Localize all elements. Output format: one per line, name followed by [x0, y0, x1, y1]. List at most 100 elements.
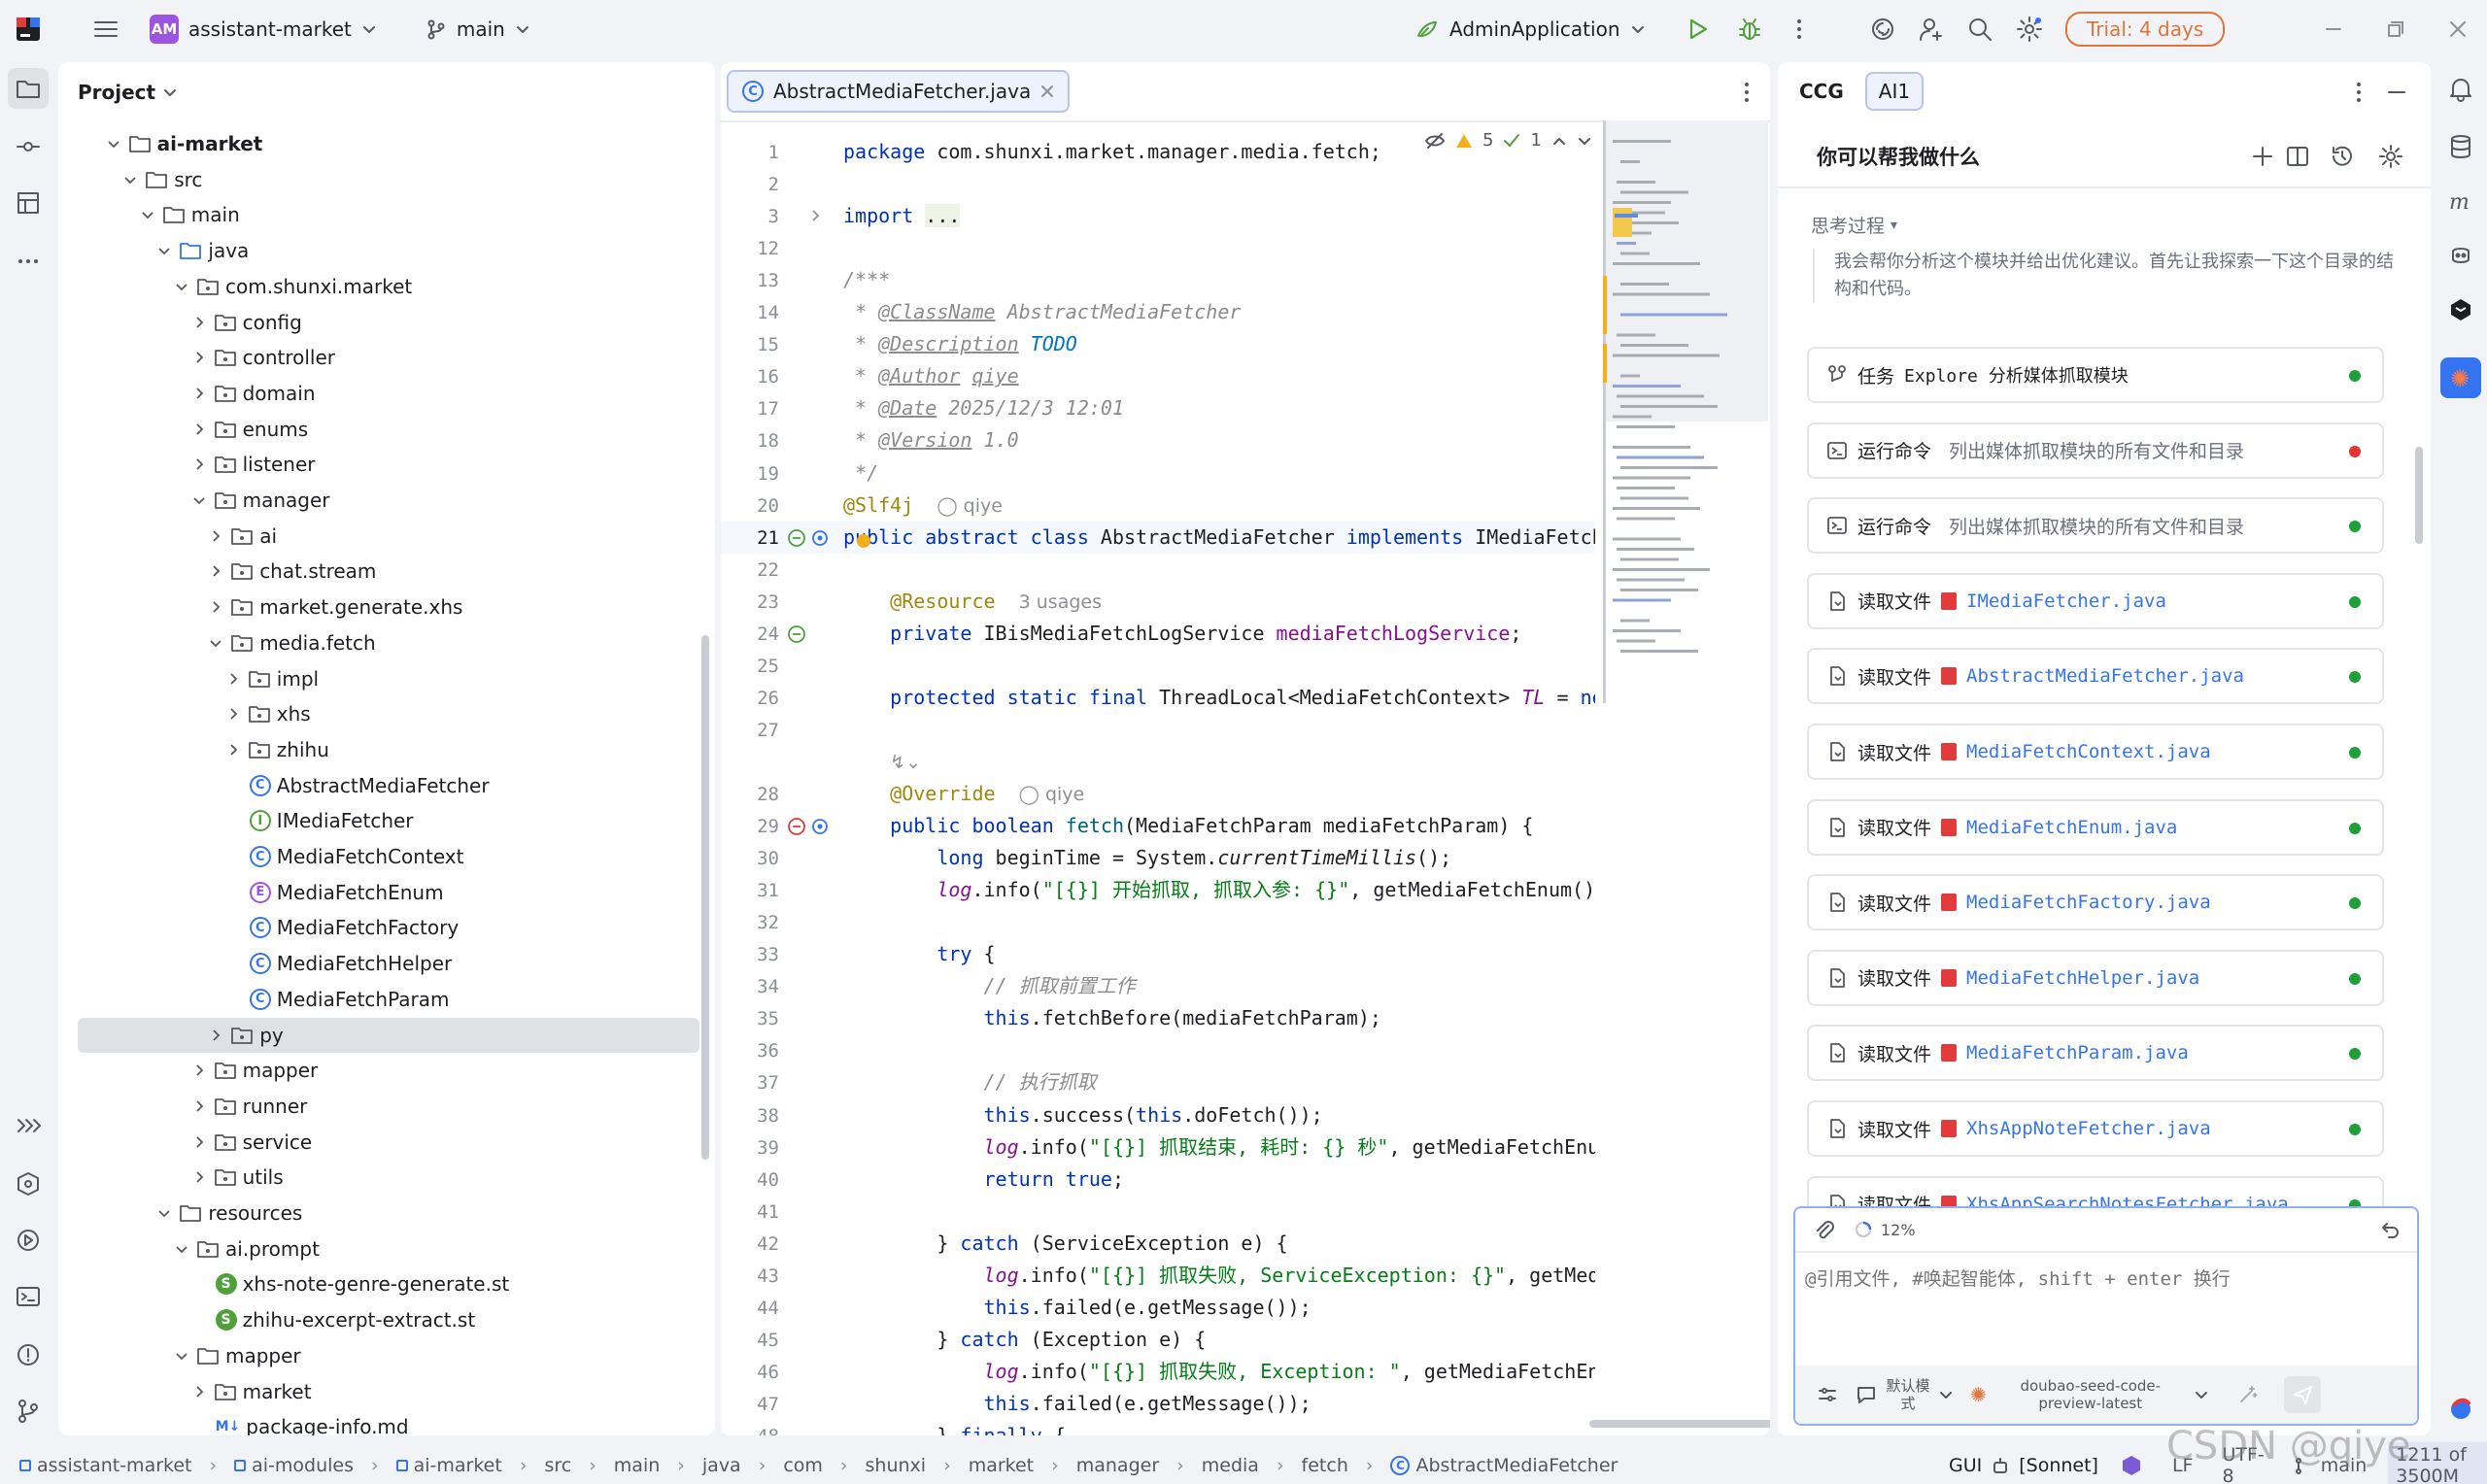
- breadcrumb-item[interactable]: java: [702, 1455, 741, 1476]
- tree-item[interactable]: I IMediaFetcher: [58, 803, 699, 838]
- tool-call-card[interactable]: 读取文件 MediaFetchFactory.java: [1807, 874, 2384, 931]
- code-line[interactable]: } catch (ServiceException e) {: [843, 1228, 1287, 1260]
- tool-call-file[interactable]: AbstractMediaFetcher.java: [1966, 665, 2244, 687]
- chevron-right-icon[interactable]: [207, 527, 224, 545]
- commit-tool-icon[interactable]: [8, 126, 49, 167]
- line-number[interactable]: 45: [721, 1330, 779, 1351]
- structure-tool-icon[interactable]: [8, 183, 49, 223]
- line-number[interactable]: 26: [721, 688, 779, 709]
- line-number[interactable]: 22: [721, 559, 779, 581]
- code-line[interactable]: /***: [843, 264, 890, 296]
- plugin-tool-icon[interactable]: [8, 1164, 49, 1204]
- chevron-down-icon[interactable]: [207, 634, 224, 652]
- breadcrumb-item[interactable]: src: [544, 1455, 571, 1476]
- breadcrumb-item[interactable]: ai-market: [395, 1455, 502, 1476]
- line-number[interactable]: 40: [721, 1169, 779, 1191]
- panel-minimize-icon[interactable]: [2386, 82, 2407, 103]
- tree-item[interactable]: service: [58, 1125, 699, 1160]
- tree-item[interactable]: Sxhs-note-genre-generate.st: [58, 1266, 699, 1301]
- tree-item[interactable]: market: [58, 1374, 699, 1409]
- gutter-marker-icon[interactable]: [787, 624, 806, 644]
- tree-item[interactable]: E MediaFetchEnum: [58, 875, 699, 910]
- tree-item[interactable]: domain: [58, 376, 699, 411]
- line-number[interactable]: 43: [721, 1265, 779, 1287]
- breadcrumb-item[interactable]: media: [1202, 1455, 1259, 1476]
- tree-item[interactable]: java: [58, 233, 699, 268]
- code-line[interactable]: * @Author qiye: [843, 360, 1019, 392]
- tree-item[interactable]: controller: [58, 340, 699, 375]
- tab-ai1[interactable]: AI1: [1864, 72, 1925, 111]
- split-view-icon[interactable]: [2285, 144, 2310, 169]
- run-tool-icon[interactable]: [8, 1220, 49, 1261]
- code-line[interactable]: long beginTime = System.currentTimeMilli…: [843, 842, 1451, 874]
- services-tool-icon[interactable]: [8, 1105, 49, 1146]
- copilot-icon[interactable]: [2440, 235, 2481, 276]
- breadcrumb-item[interactable]: assistant-market: [19, 1455, 192, 1476]
- breadcrumb-item[interactable]: C AbstractMediaFetcher: [1390, 1455, 1618, 1476]
- tree-item[interactable]: resources: [58, 1196, 699, 1231]
- terminal-tool-icon[interactable]: [8, 1276, 49, 1317]
- code-line[interactable]: log.info("[{}] 抓取失败, ServiceException: {…: [843, 1260, 1596, 1292]
- line-number[interactable]: 35: [721, 1008, 779, 1029]
- line-number[interactable]: 36: [721, 1040, 779, 1062]
- tree-item[interactable]: config: [58, 305, 699, 340]
- code-line[interactable]: private IBisMediaFetchLogService mediaFe…: [843, 618, 1521, 650]
- breadcrumb-item[interactable]: manager: [1076, 1455, 1159, 1476]
- tree-item[interactable]: enums: [58, 412, 699, 447]
- chevron-down-icon[interactable]: [155, 1204, 173, 1222]
- tool-call-card[interactable]: 读取文件 MediaFetchEnum.java: [1807, 798, 2384, 856]
- tree-item[interactable]: M↓ package-info.md: [58, 1409, 699, 1435]
- tool-call-card[interactable]: 读取文件 XhsAppNoteFetcher.java: [1807, 1100, 2384, 1157]
- code-line[interactable]: * @Description TODO: [843, 328, 1077, 360]
- line-number[interactable]: 20: [721, 495, 779, 517]
- gutter-marker-icon[interactable]: [787, 817, 830, 836]
- code-line[interactable]: public abstract class AbstractMediaFetch…: [843, 522, 1595, 554]
- tree-item[interactable]: src: [58, 162, 699, 197]
- tab-ccg[interactable]: CCG: [1788, 72, 1856, 111]
- chevron-right-icon[interactable]: [207, 562, 224, 580]
- code-line[interactable]: this.fetchBefore(mediaFetchParam);: [843, 1002, 1381, 1034]
- code-line[interactable]: public boolean fetch(MediaFetchParam med…: [843, 810, 1533, 842]
- code-line[interactable]: this.failed(e.getMessage());: [843, 1388, 1312, 1420]
- chevron-right-icon[interactable]: [190, 349, 208, 366]
- chevron-right-icon[interactable]: [190, 455, 208, 473]
- line-number[interactable]: 16: [721, 366, 779, 388]
- line-number[interactable]: 31: [721, 880, 779, 901]
- undo-icon[interactable]: [2378, 1219, 2400, 1240]
- line-number[interactable]: 44: [721, 1298, 779, 1319]
- chevron-right-icon[interactable]: [207, 598, 224, 616]
- line-number[interactable]: 41: [721, 1201, 779, 1223]
- claude-code-icon[interactable]: ✺: [2440, 357, 2481, 398]
- tool-call-card[interactable]: 读取文件 MediaFetchHelper.java: [1807, 949, 2384, 1006]
- settings-gear-icon[interactable]: [2015, 15, 2044, 44]
- code-line[interactable]: * @Date 2025/12/3 12:01: [843, 392, 1124, 424]
- line-number[interactable]: 2: [721, 174, 779, 195]
- tree-item[interactable]: xhs: [58, 696, 699, 731]
- line-number[interactable]: 17: [721, 398, 779, 420]
- git-tool-icon[interactable]: [8, 1391, 49, 1432]
- tool-call-card[interactable]: 读取文件 AbstractMediaFetcher.java: [1807, 648, 2384, 705]
- tree-item[interactable]: ai.prompt: [58, 1231, 699, 1266]
- chevron-right-icon[interactable]: [207, 1027, 224, 1044]
- trial-badge[interactable]: Trial: 4 days: [2065, 12, 2226, 47]
- code-line[interactable]: * @Version 1.0: [843, 424, 1019, 456]
- code-line[interactable]: try {: [843, 938, 995, 970]
- panel-more-icon[interactable]: [2349, 80, 2368, 105]
- tree-item[interactable]: Szhihu-excerpt-extract.st: [58, 1302, 699, 1337]
- tool-call-card[interactable]: 运行命令 列出媒体抓取模块的所有文件和目录: [1807, 422, 2384, 479]
- tool-call-card[interactable]: 读取文件 MediaFetchContext.java: [1807, 724, 2384, 780]
- run-icon[interactable]: [1685, 17, 1710, 42]
- tree-item[interactable]: C MediaFetchHelper: [58, 946, 699, 981]
- mode-selector[interactable]: 默认模式: [1856, 1377, 1953, 1412]
- close-tab-icon[interactable]: [1040, 84, 1054, 98]
- tree-item[interactable]: C AbstractMediaFetcher: [58, 768, 699, 803]
- line-number[interactable]: 33: [721, 944, 779, 965]
- tree-item[interactable]: mapper: [58, 1338, 699, 1373]
- line-number[interactable]: 23: [721, 591, 779, 613]
- tune-icon[interactable]: [1817, 1384, 1838, 1405]
- code-line[interactable]: } finally {: [843, 1420, 1065, 1435]
- tree-item[interactable]: mapper: [58, 1053, 699, 1088]
- tool-call-file[interactable]: XhsAppNoteFetcher.java: [1966, 1118, 2211, 1139]
- add-user-icon[interactable]: [1918, 16, 1945, 43]
- line-number[interactable]: 1: [721, 142, 779, 163]
